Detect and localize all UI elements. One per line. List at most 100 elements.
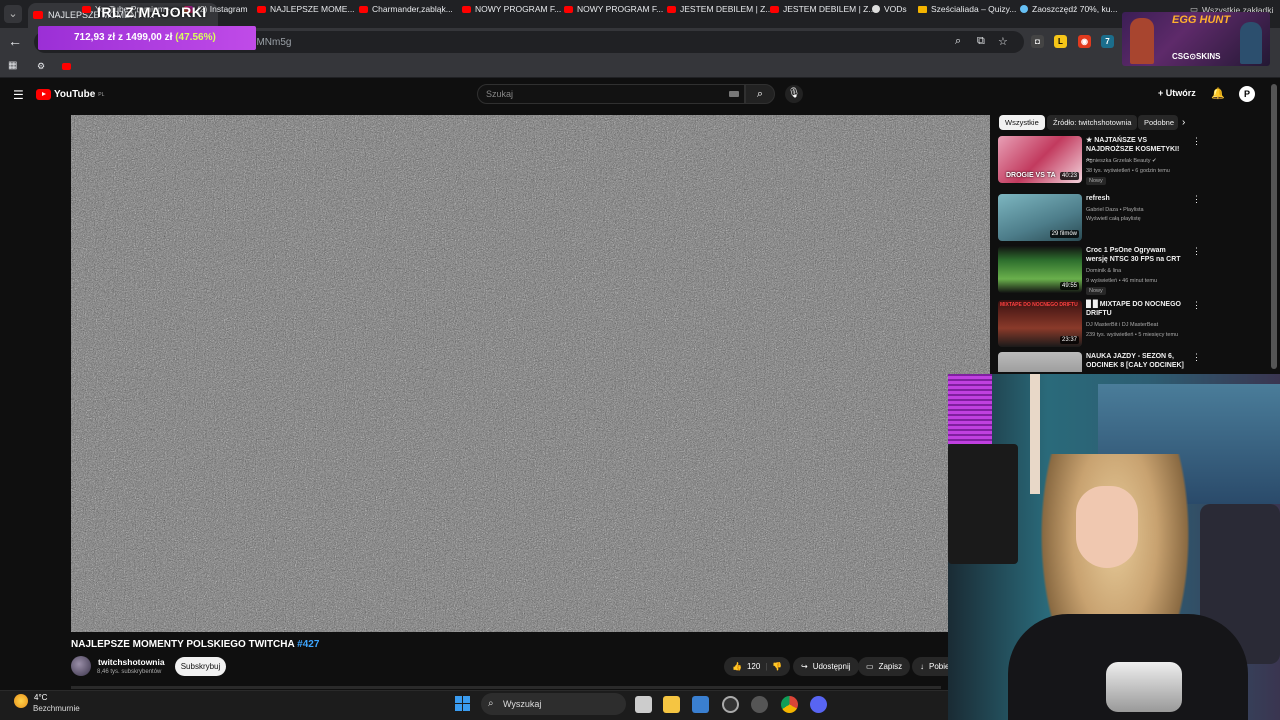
chip-similar[interactable]: Podobne <box>1138 115 1178 130</box>
download-button[interactable]: ↓ Pobie <box>912 657 948 676</box>
handheld-object <box>1106 662 1182 712</box>
youtube-icon <box>564 5 573 13</box>
extension-red-icon[interactable]: ◉ <box>1078 35 1091 48</box>
bookmark-item[interactable]: JESTEM DEBILEM | Z... <box>770 4 875 14</box>
bookmark-item[interactable]: Charmander,zabląk... <box>359 4 453 14</box>
page-scrollbar[interactable] <box>1271 84 1277 369</box>
recommendation-meta: 9 wyświetleń • 46 minut temu <box>1086 278 1158 284</box>
recommendation-item[interactable]: NAUKA JAZDY - SEZON 6, ODCINEK 8 [CAŁY O… <box>998 352 1198 372</box>
more-options-icon[interactable]: ⋮ <box>1192 194 1201 205</box>
apps-grid-icon[interactable]: ▦ <box>8 60 17 71</box>
save-button[interactable]: ▭ Zapisz <box>858 657 911 676</box>
subscribe-button[interactable]: Subskrybuj <box>175 657 226 676</box>
video-thumbnail: MIXTAPE DO NOCNEGO DRIFTU 23:37 <box>998 300 1082 347</box>
character-figure-left <box>1130 18 1154 64</box>
channel-name[interactable]: twitchshotownia <box>98 657 165 667</box>
playlist-thumbnail: 29 filmów <box>998 194 1082 241</box>
weather-condition[interactable]: Bezchmurnie <box>33 704 80 713</box>
donation-goal-overlay: 712,93 zł z 1499,00 zł (47.56%) <box>38 26 256 50</box>
bookmark-first-icon[interactable]: ⚙ <box>37 61 45 72</box>
more-options-icon[interactable]: ⋮ <box>1192 352 1198 363</box>
bookmark-item[interactable]: Zaoszczędź 70%, ku... <box>1020 4 1118 14</box>
chrome-icon[interactable] <box>781 696 798 713</box>
thumbs-down-icon[interactable]: 👎 <box>772 657 782 676</box>
weather-temp[interactable]: 4°C <box>34 693 47 702</box>
windows-start-icon[interactable] <box>455 696 470 711</box>
task-view-icon[interactable] <box>635 696 652 713</box>
like-button[interactable]: 👍 120 | 👎 <box>724 657 791 676</box>
microphone-mount <box>948 444 1018 564</box>
bookmark-item[interactable]: NOWY PROGRAM F... <box>462 4 561 14</box>
video-player[interactable] <box>71 115 990 632</box>
bookmark-star-icon[interactable]: ☆ <box>998 35 1008 48</box>
recommendation-item[interactable]: MIXTAPE DO NOCNEGO DRIFTU 23:37 █ █ MIXT… <box>998 300 1201 350</box>
discord-icon[interactable] <box>810 696 827 713</box>
stream-title-overlay: IRL Z MAJORKI <box>97 4 207 20</box>
youtube-favicon-icon <box>33 11 43 19</box>
recommendation-item[interactable]: 29 filmów refresh Gabriel Daza • Playlis… <box>998 194 1201 244</box>
store-icon[interactable] <box>692 696 709 713</box>
share-button[interactable]: ↪ Udostępnij <box>793 657 859 676</box>
file-explorer-icon[interactable] <box>663 696 680 713</box>
webcam-overlay <box>948 374 1280 720</box>
youtube-logo[interactable]: YouTube PL <box>36 89 104 100</box>
extension-l-icon[interactable]: L <box>1054 35 1067 48</box>
more-options-icon[interactable]: ⋮ <box>1192 136 1201 147</box>
share-icon: ↪ <box>801 662 808 671</box>
thumbs-up-icon: 👍 <box>732 662 742 671</box>
bookmark-item[interactable]: Sześcialiada – Quizy... <box>918 4 1016 14</box>
recommendation-item[interactable]: 49:55 Croc 1 PsOne Ogrywam wersję NTSC 3… <box>998 246 1201 296</box>
bookmark-item[interactable]: JESTEM DEBILEM | Z... <box>667 4 772 14</box>
video-thumbnail: 49:55 <box>998 246 1082 293</box>
bookmark-item[interactable]: NAJLEPSZE MOME... <box>257 4 355 14</box>
character-figure-right <box>1240 22 1262 64</box>
hamburger-menu-icon[interactable]: ☰ <box>13 88 24 102</box>
youtube-bookmark-icon[interactable] <box>62 63 71 70</box>
create-button[interactable]: + Utwórz <box>1158 88 1196 98</box>
bookmark-icon: ▭ <box>866 662 874 671</box>
install-app-icon[interactable]: ⧉ <box>977 35 985 48</box>
extension-shield-icon[interactable]: ◘ <box>1031 35 1044 48</box>
recommendation-meta: 38 tys. wyświetleń • 6 godzin temu <box>1086 168 1170 174</box>
extension-7tv-icon[interactable]: 7 <box>1101 35 1114 48</box>
youtube-icon <box>82 5 91 13</box>
steam-icon <box>1020 5 1028 13</box>
keyboard-icon[interactable] <box>729 91 739 97</box>
tab-search-chevron-icon[interactable]: ⌄ <box>4 5 22 23</box>
recommendation-title: █ █ MIXTAPE DO NOCNEGO DRIFTU <box>1086 301 1181 317</box>
notifications-bell-icon[interactable]: 🔔 <box>1211 87 1225 100</box>
user-avatar[interactable]: P <box>1239 86 1255 102</box>
settings-gear-icon[interactable] <box>751 696 768 713</box>
more-options-icon[interactable]: ⋮ <box>1192 300 1201 311</box>
bookmark-item[interactable]: NOWY PROGRAM F... <box>564 4 663 14</box>
recommendation-channel: Dominik & lina <box>1086 268 1122 274</box>
microphone-icon[interactable]: 🎙 <box>785 85 803 103</box>
microphone-windscreen <box>948 374 992 444</box>
video-title: NAJLEPSZE MOMENTY POLSKIEGO TWITCHA #427 <box>71 639 320 650</box>
more-options-icon[interactable]: ⋮ <box>1192 246 1201 257</box>
video-hashtag[interactable]: #427 <box>297 639 319 650</box>
recommendation-item[interactable]: DROGIE VS TA 40:23 ★ NAJTAŃSZE VS NAJDRO… <box>998 136 1201 186</box>
bookmarks-bar <box>0 56 1280 78</box>
bookmark-item[interactable]: VODs <box>872 4 907 14</box>
recommendation-title: NAUKA JAZDY - SEZON 6, ODCINEK 8 [CAŁY O… <box>1086 353 1184 372</box>
chevron-right-icon[interactable]: › <box>1182 117 1185 128</box>
taskbar-search[interactable]: ⌕ Wyszukaj <box>481 693 626 715</box>
goal-separator: z <box>117 32 123 43</box>
new-badge: Nowy <box>1086 287 1106 295</box>
chip-all[interactable]: Wszystkie <box>999 115 1045 130</box>
egg-hunt-sponsor: CSG⊙SKINS <box>1172 52 1221 61</box>
search-icon[interactable]: ⌕ <box>745 84 775 104</box>
youtube-icon <box>462 5 471 13</box>
recommendation-meta: 239 tys. wyświetleń • 5 miesięcy temu <box>1086 332 1179 338</box>
clock-app-icon[interactable] <box>722 696 739 713</box>
weather-icon[interactable] <box>14 694 28 708</box>
zoom-icon[interactable]: ⌕ <box>955 35 961 48</box>
recommendation-title: Croc 1 PsOne Ogrywam wersję NTSC 30 FPS … <box>1086 247 1181 263</box>
back-arrow-icon[interactable]: ← <box>8 33 22 49</box>
chip-source[interactable]: Źródło: twitchshotownia <box>1047 115 1138 130</box>
goal-target: 1499,00 zł <box>125 32 173 43</box>
channel-avatar[interactable] <box>71 656 91 676</box>
youtube-play-icon <box>36 89 51 100</box>
youtube-search-input[interactable]: Szukaj <box>477 84 745 104</box>
